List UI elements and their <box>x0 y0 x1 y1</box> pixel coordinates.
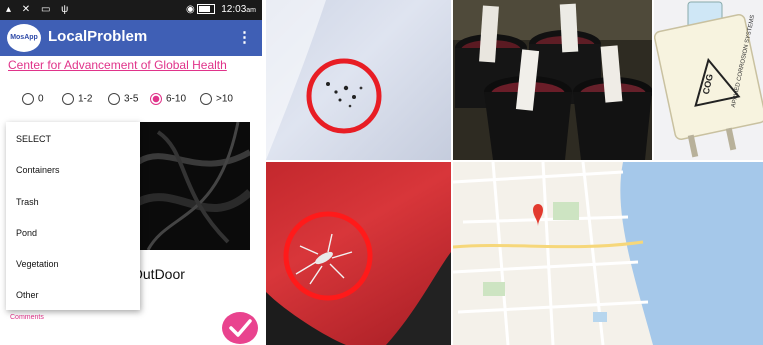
radio-label: >10 <box>216 93 233 105</box>
dropdown-item-trash[interactable]: Trash <box>16 197 39 207</box>
app-title: LocalProblem <box>48 28 148 45</box>
count-label <box>100 76 102 82</box>
org-link[interactable]: Center for Advancement of Global Health <box>8 58 227 72</box>
paper-eggs-image <box>266 0 382 160</box>
black-tubs-image <box>453 0 652 160</box>
volume-icon: ◉ <box>185 4 195 15</box>
status-time: 12:03 <box>221 4 247 15</box>
count-radio-group: 0 1-2 3-5 6-10 >10 <box>22 93 262 109</box>
radio-button-icon <box>108 93 120 105</box>
radio-label: 1-2 <box>78 93 93 105</box>
status-am: am <box>246 7 256 14</box>
mosquito-image <box>266 211 451 345</box>
map-image <box>453 162 763 345</box>
map-pin-icon[interactable] <box>533 204 543 226</box>
status-bar: ▴ ✕ ▭ ψ ◉ 12:03am <box>0 0 262 20</box>
radio-option-3-5[interactable]: 3-5 <box>108 93 138 105</box>
status-right: ◉ 12:03am <box>186 4 256 15</box>
sensor-device-photo: COG APPLIED CORROSION SYSTEMS <box>654 0 763 160</box>
check-icon <box>229 319 252 337</box>
radio-selected-icon <box>150 93 162 105</box>
dropdown-item-containers[interactable]: Containers <box>16 165 60 175</box>
radio-label: 3-5 <box>124 93 139 105</box>
radio-option-6-10[interactable]: 6-10 <box>150 93 186 105</box>
dropdown-item-vegetation[interactable]: Vegetation <box>16 259 59 269</box>
app-logo: MosApp <box>7 24 41 52</box>
captured-photo[interactable] <box>138 122 250 250</box>
radio-button-icon <box>62 93 74 105</box>
corrosion-sensor-image: COG APPLIED CORROSION SYSTEMS <box>654 1 763 158</box>
battery-icon <box>197 4 216 15</box>
dropdown-item-select[interactable]: SELECT <box>16 134 51 144</box>
radio-option-over-10[interactable]: >10 <box>200 93 233 105</box>
dropdown-item-other[interactable]: Other <box>16 290 39 300</box>
ovitrap-paper-photo <box>266 0 451 160</box>
site-type-dropdown: SELECT Containers Trash Pond Vegetation … <box>6 122 140 310</box>
app-bar: MosApp LocalProblem ⋮ <box>0 20 262 56</box>
captured-photo-image <box>138 122 250 250</box>
comments-field[interactable]: Comments <box>10 314 44 321</box>
radio-label: 0 <box>38 93 44 105</box>
ovitrap-containers-photo <box>453 0 652 160</box>
radio-label: 6-10 <box>166 93 187 105</box>
submit-button[interactable] <box>222 312 258 344</box>
hint-text <box>140 292 142 299</box>
more-vert-icon[interactable]: ⋮ <box>237 28 252 46</box>
radio-button-icon <box>22 93 34 105</box>
radio-button-icon <box>200 93 212 105</box>
mosquito-closeup-photo <box>266 162 451 345</box>
phone-screen: ▴ ✕ ▭ ψ ◉ 12:03am MosApp LocalProblem ⋮ … <box>0 0 262 345</box>
status-icons: ▴ ✕ ▭ ψ <box>6 4 73 15</box>
radio-option-1-2[interactable]: 1-2 <box>62 93 92 105</box>
radio-option-0[interactable]: 0 <box>22 93 44 105</box>
location-map[interactable] <box>453 162 763 345</box>
dropdown-item-pond[interactable]: Pond <box>16 228 37 238</box>
